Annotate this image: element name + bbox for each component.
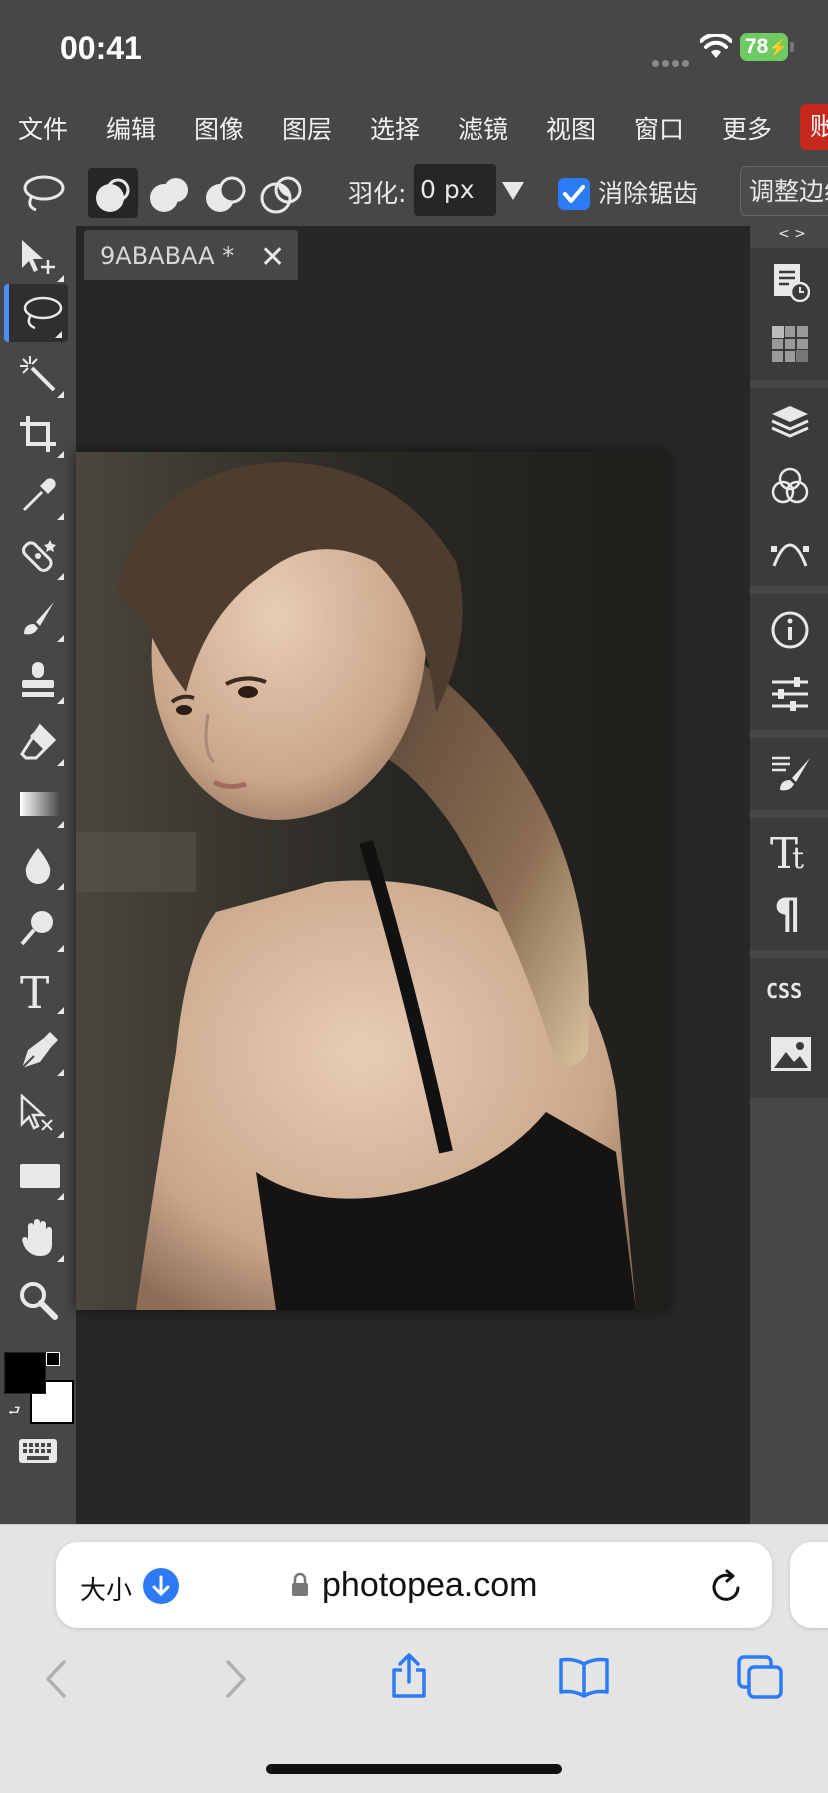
- svg-text:¶: ¶: [774, 890, 801, 934]
- home-indicator: [266, 1764, 562, 1774]
- history-icon[interactable]: [770, 262, 811, 306]
- feather-label: 羽化:: [348, 179, 407, 208]
- download-icon[interactable]: [143, 1568, 179, 1604]
- tabs-icon[interactable]: [736, 1654, 784, 1704]
- paragraph-icon[interactable]: ¶: [770, 889, 810, 938]
- default-colors-icon[interactable]: [46, 1352, 60, 1366]
- menu-window[interactable]: 窗口: [634, 110, 684, 146]
- crop-tool[interactable]: [6, 404, 70, 462]
- panel-group-character: Tt ¶: [750, 816, 828, 950]
- antialias-checkbox[interactable]: [558, 178, 590, 210]
- new-selection-mode-button[interactable]: [88, 168, 138, 218]
- adjustments-icon[interactable]: [770, 674, 810, 718]
- image-icon[interactable]: [770, 1036, 812, 1076]
- healing-brush-tool[interactable]: [6, 526, 70, 584]
- tools-panel: T ⮐: [0, 226, 76, 1524]
- svg-text:CSS: CSS: [766, 979, 802, 1003]
- pen-tool[interactable]: [6, 1022, 70, 1080]
- css-icon[interactable]: CSS: [766, 976, 812, 1008]
- wifi-icon: [699, 32, 733, 64]
- panel-group-layers: [750, 386, 828, 586]
- svg-text:T: T: [20, 970, 49, 1014]
- lasso-tool-preset-icon[interactable]: [20, 172, 68, 220]
- battery-tip: [790, 42, 794, 52]
- brush-tool[interactable]: [6, 588, 70, 646]
- color-swatches[interactable]: ⮐: [4, 1352, 74, 1424]
- share-icon[interactable]: [388, 1652, 430, 1704]
- keyboard-icon[interactable]: [18, 1438, 58, 1468]
- move-tool[interactable]: [6, 228, 70, 286]
- antialias-label[interactable]: 消除锯齿: [598, 174, 698, 210]
- intersect-selection-mode-button[interactable]: [256, 168, 306, 218]
- forward-icon[interactable]: [224, 1658, 248, 1704]
- info-icon[interactable]: [770, 610, 810, 654]
- next-tab-preview[interactable]: [790, 1542, 828, 1628]
- document-tab-title: 9ABABAA *: [100, 242, 234, 270]
- swap-colors-icon[interactable]: ⮐: [8, 1400, 21, 1424]
- url-text[interactable]: photopea.com: [322, 1566, 538, 1605]
- gradient-tool[interactable]: [6, 774, 70, 832]
- subtract-selection-mode-button[interactable]: [200, 168, 250, 218]
- close-icon[interactable]: ✕: [260, 240, 285, 275]
- lock-icon: [290, 1572, 310, 1602]
- back-icon[interactable]: [44, 1658, 68, 1704]
- swatches-icon[interactable]: [770, 324, 810, 368]
- menu-image[interactable]: 图像: [194, 110, 244, 146]
- blur-tool[interactable]: [6, 836, 70, 894]
- path-selection-tool[interactable]: [6, 1084, 70, 1142]
- svg-text:t: t: [792, 841, 804, 872]
- tool-options-bar: 羽化: 0 px 消除锯齿 调整边缘: [0, 160, 828, 224]
- menu-more[interactable]: 更多: [722, 110, 772, 146]
- bookmarks-icon[interactable]: [558, 1656, 610, 1702]
- zoom-tool[interactable]: [6, 1270, 70, 1328]
- status-time: 00:41: [60, 30, 142, 66]
- menu-view[interactable]: 视图: [546, 110, 596, 146]
- menu-bar: 文件 编辑 图像 图层 选择 滤镜 视图 窗口 更多 账: [0, 100, 828, 152]
- magic-wand-tool[interactable]: [6, 344, 70, 402]
- character-icon[interactable]: Tt: [770, 828, 814, 878]
- lasso-tool[interactable]: [4, 284, 68, 342]
- menu-filter[interactable]: 滤镜: [458, 110, 508, 146]
- brush-settings-icon[interactable]: [770, 752, 812, 798]
- clone-stamp-tool[interactable]: [6, 650, 70, 708]
- document-canvas-image[interactable]: [76, 452, 668, 1310]
- menu-file[interactable]: 文件: [18, 110, 68, 146]
- eraser-tool[interactable]: [6, 712, 70, 770]
- document-modified-marker: *: [222, 242, 235, 270]
- reload-icon[interactable]: [710, 1568, 744, 1608]
- battery-level: 78: [745, 35, 769, 58]
- charging-icon: ⚡: [768, 40, 789, 57]
- layers-icon[interactable]: [770, 402, 810, 446]
- hand-tool[interactable]: [6, 1208, 70, 1266]
- eyedropper-tool[interactable]: [6, 466, 70, 524]
- collapse-panels-icon[interactable]: < >: [778, 226, 806, 242]
- type-tool[interactable]: T: [6, 960, 70, 1018]
- text-size-button[interactable]: 大小: [80, 1570, 132, 1607]
- feather-dropdown-arrow-icon[interactable]: [502, 182, 524, 200]
- menu-layer[interactable]: 图层: [282, 110, 332, 146]
- channels-icon[interactable]: [770, 466, 810, 510]
- cellular-signal-icon: [652, 52, 692, 71]
- menu-edit[interactable]: 编辑: [106, 110, 156, 146]
- document-name: 9ABABAA: [100, 242, 215, 270]
- panel-group-css: CSS: [750, 956, 828, 1098]
- rectangle-shape-tool[interactable]: [6, 1146, 70, 1204]
- dodge-tool[interactable]: [6, 898, 70, 956]
- panel-group-history: [750, 246, 828, 380]
- document-tab[interactable]: 9ABABAA * ✕: [84, 230, 298, 280]
- battery-indicator: 78⚡: [740, 33, 788, 61]
- paths-icon[interactable]: [770, 530, 810, 574]
- foreground-color-swatch[interactable]: [4, 1352, 46, 1394]
- add-selection-mode-button[interactable]: [144, 168, 194, 218]
- menu-select[interactable]: 选择: [370, 110, 420, 146]
- refine-edge-button[interactable]: 调整边缘: [740, 166, 828, 216]
- account-button[interactable]: 账: [800, 104, 828, 150]
- feather-input[interactable]: 0 px: [414, 164, 496, 216]
- panel-group-brush: [750, 736, 828, 810]
- panel-group-info: [750, 592, 828, 730]
